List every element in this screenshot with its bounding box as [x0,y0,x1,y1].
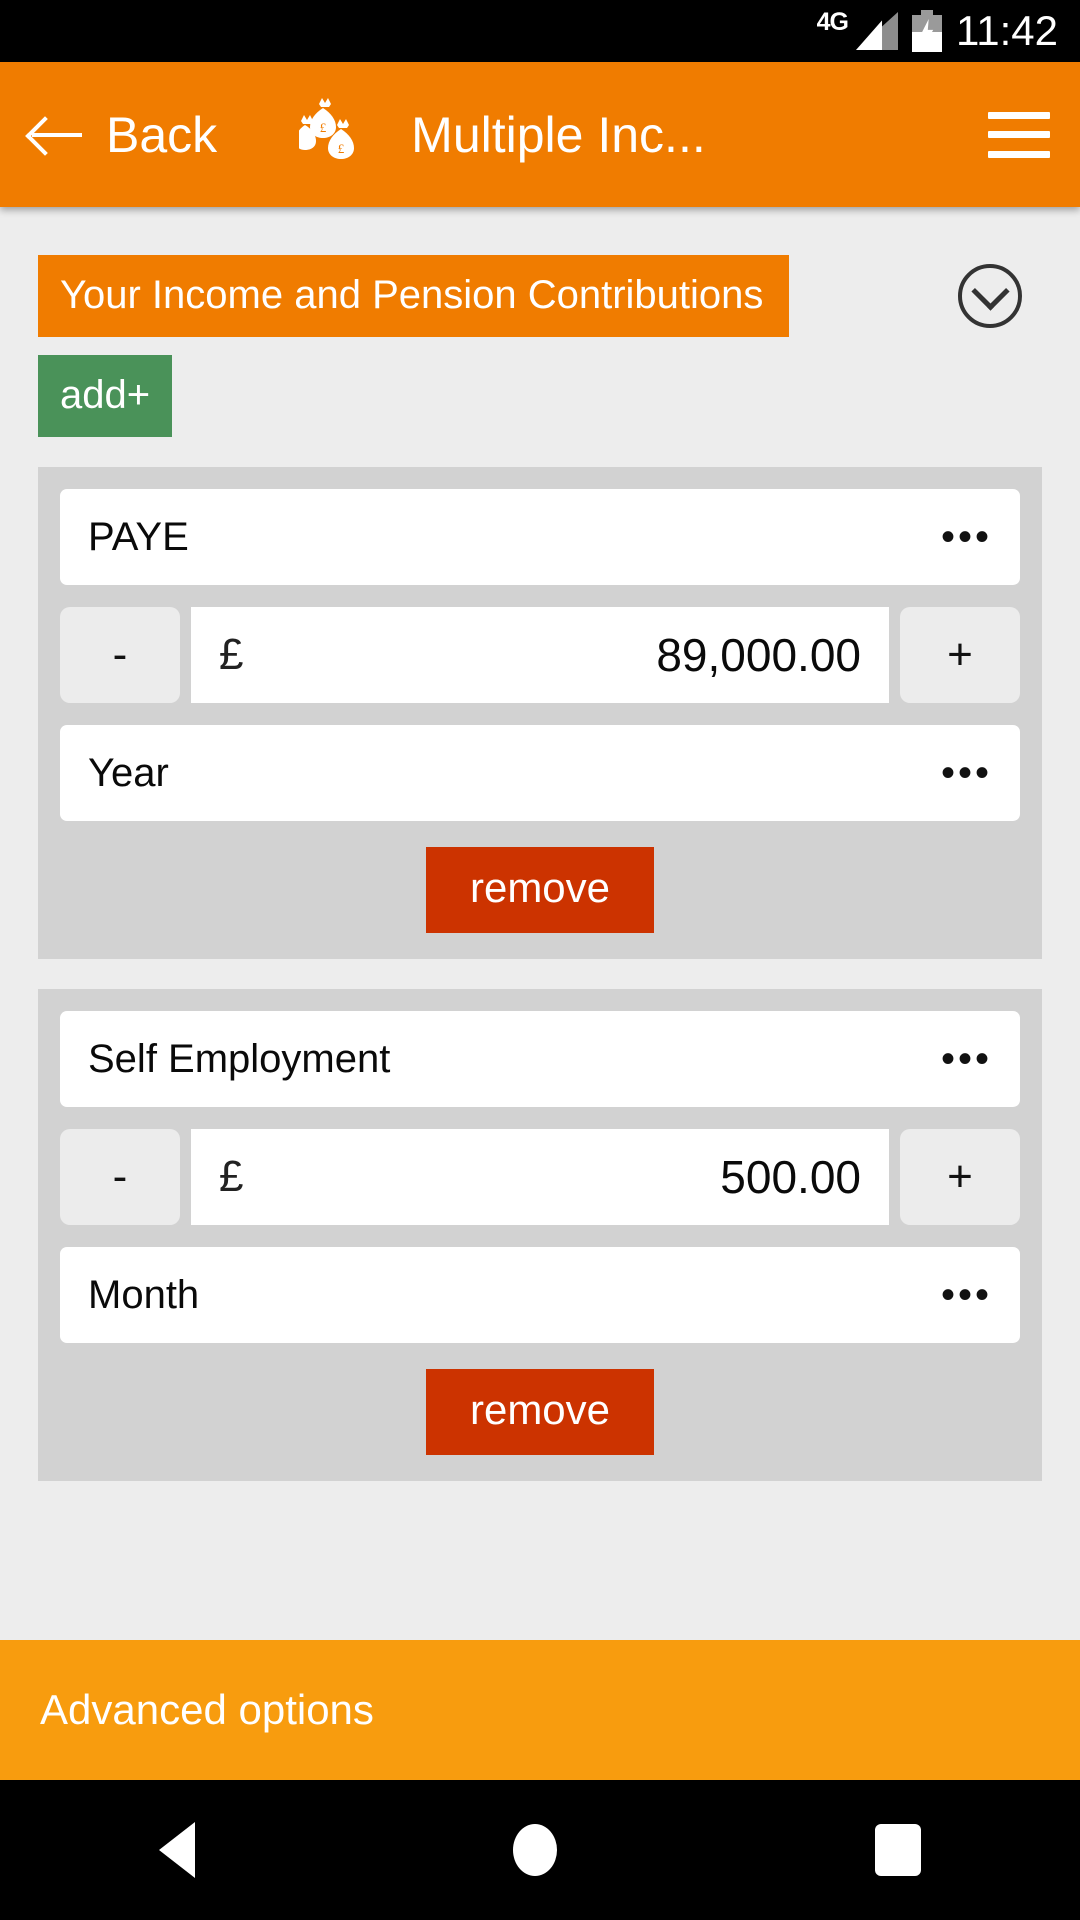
advanced-options-bar[interactable]: Advanced options [0,1640,1080,1780]
income-period-value: Month [88,1272,200,1317]
nav-home-circle-icon[interactable] [513,1824,557,1876]
main-content: Your Income and Pension Contributions ad… [0,207,1080,1780]
amount-stepper: - £ 500.00 + [60,1129,1020,1225]
decrement-button[interactable]: - [60,607,180,703]
svg-text:£: £ [320,120,327,135]
income-period-select[interactable]: Month ••• [60,1247,1020,1343]
nav-recents-square-icon[interactable] [875,1824,921,1876]
advanced-options-label: Advanced options [40,1686,374,1733]
section-title: Your Income and Pension Contributions [38,255,790,337]
app-bar: Back £ £ Multiple Inc... [0,62,1080,207]
remove-row: remove [60,1369,1020,1455]
amount-input[interactable]: £ 500.00 [191,1129,889,1225]
income-type-select[interactable]: Self Employment ••• [60,1011,1020,1107]
ellipsis-icon: ••• [940,1273,992,1317]
svg-text:£: £ [338,141,345,156]
back-button-label: Back [106,106,218,163]
page-title: Multiple Inc... [411,106,706,163]
remove-income-button[interactable]: remove [425,1369,655,1455]
ellipsis-icon: ••• [940,751,992,795]
money-bags-icon: £ £ [299,97,355,159]
arrow-left-icon [30,113,82,157]
amount-value: 500.00 [720,1151,861,1203]
amount-value: 89,000.00 [656,629,861,681]
status-bar: 4G 11:42 [0,0,1080,62]
amount-stepper: - £ 89,000.00 + [60,607,1020,703]
remove-income-button[interactable]: remove [425,847,655,933]
battery-charging-icon [912,10,942,52]
currency-symbol: £ [219,630,244,679]
ellipsis-icon: ••• [940,515,992,559]
increment-button[interactable]: + [900,1129,1020,1225]
phone-screen: 4G 11:42 Back £ £ Multiple Inc... Your I… [0,0,1080,1920]
income-period-value: Year [88,750,169,795]
hamburger-menu-icon[interactable] [988,111,1050,158]
section-header: Your Income and Pension Contributions [0,207,1080,337]
income-card: PAYE ••• - £ 89,000.00 + Year ••• remove [38,467,1042,959]
income-period-select[interactable]: Year ••• [60,725,1020,821]
network-type-label: 4G [816,7,849,36]
amount-input[interactable]: £ 89,000.00 [191,607,889,703]
decrement-button[interactable]: - [60,1129,180,1225]
income-type-select[interactable]: PAYE ••• [60,489,1020,585]
remove-row: remove [60,847,1020,933]
ellipsis-icon: ••• [940,1037,992,1081]
android-nav-bar [0,1780,1080,1920]
nav-back-triangle-icon[interactable] [159,1822,195,1878]
signal-bars-icon [856,12,898,50]
chevron-down-circle-icon[interactable] [958,264,1022,328]
add-income-button[interactable]: add+ [38,355,173,437]
income-type-value: PAYE [88,514,189,559]
income-card: Self Employment ••• - £ 500.00 + Month •… [38,989,1042,1481]
currency-symbol: £ [219,1152,244,1201]
back-button[interactable]: Back [30,106,217,164]
increment-button[interactable]: + [900,607,1020,703]
status-clock: 11:42 [956,7,1058,54]
income-type-value: Self Employment [88,1036,391,1081]
